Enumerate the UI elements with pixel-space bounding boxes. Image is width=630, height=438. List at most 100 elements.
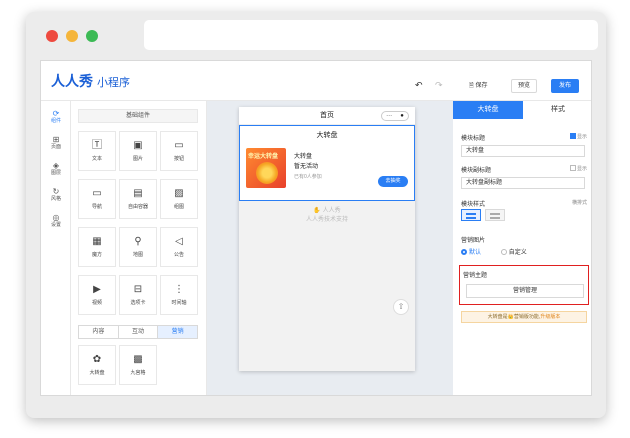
preview-button[interactable]: 预览: [511, 79, 537, 93]
module-subtitle-label: 模块副标题: [461, 168, 492, 174]
tile-label: 按钮: [173, 156, 184, 162]
support-logo-text: 人人秀: [322, 208, 341, 214]
share-icon[interactable]: ⇧: [393, 299, 409, 315]
component-image[interactable]: ▣ 图片: [119, 131, 157, 171]
container-icon: ▤: [133, 188, 143, 199]
grid-icon: ▩: [133, 354, 143, 365]
component-timeline[interactable]: ⋮ 时间轴: [160, 275, 198, 315]
component-category-tabs: 内容 互动 营销: [78, 325, 198, 339]
radio-icon: [500, 249, 507, 255]
phone-body: 大转盘 幸运大转盘 大转盘 暂无活动 已有0人参加 去抽奖 ✋ 人人秀 人人秀技…: [239, 125, 415, 371]
component-panel: 基础组件 🅃 文本 ▣ 图片 ▭ 按钮 ▭ 导航 ▤ 自由容器 ▨ 组图 ▦ 魔方 ⚲ 地图 ◁…: [71, 101, 207, 395]
radio-default[interactable]: 默认: [461, 249, 481, 256]
wheel-module[interactable]: 大转盘 幸运大转盘 大转盘 暂无活动 已有0人参加 去抽奖: [239, 125, 415, 201]
nav-item-pages[interactable]: ⊞ 页面: [41, 135, 71, 151]
image-icon: ▣: [133, 140, 143, 151]
marketing-management-button[interactable]: 营销管理: [466, 284, 584, 298]
logo-subtitle: 小程序: [97, 77, 130, 89]
nav-label: 设置: [50, 222, 61, 228]
save-button[interactable]: 🗎 保存: [469, 79, 488, 93]
tab-wheel[interactable]: 大转盘: [453, 101, 523, 119]
module-style-label: 模块样式: [461, 202, 486, 208]
close-dot[interactable]: [46, 30, 58, 42]
radio-custom[interactable]: 自定义: [500, 249, 527, 256]
button-icon: ▭: [174, 140, 184, 151]
wheel-status: 暂无活动: [294, 164, 319, 170]
component-text[interactable]: 🅃 文本: [78, 131, 116, 171]
support-logo-icon: ✋: [313, 208, 321, 214]
logo[interactable]: 人人秀 小程序: [51, 71, 130, 91]
zoom-dot[interactable]: [86, 30, 98, 42]
section-title: 基础组件: [78, 109, 198, 123]
tile-label: 公告: [173, 252, 184, 258]
component-wheel[interactable]: ✿ 大转盘: [78, 345, 116, 385]
component-ninegrid[interactable]: ▩ 九宫格: [119, 345, 157, 385]
support-text: 人人秀技术支持: [305, 217, 348, 223]
component-icon: ⟳: [52, 109, 60, 118]
tab-content[interactable]: 内容: [79, 326, 119, 338]
publish-button[interactable]: 发布: [551, 79, 579, 93]
tab-style[interactable]: 样式: [523, 101, 591, 119]
properties-panel: 大转盘 样式 模块标题 显示 大转盘 模块副标题 显示 大转盘副标题 模块样式 …: [453, 101, 591, 395]
style-vertical-option[interactable]: [485, 209, 505, 221]
wheel-graphic: [256, 162, 278, 184]
wheel-thumbnail: 幸运大转盘: [246, 148, 286, 188]
radio-selected-icon: [461, 249, 467, 255]
browser-window: 人人秀 小程序 ↶ ↷ 🗎 保存 预览 发布 ⟳ 组件 ⊞ 页面 ◈ 图层 ↻ 风格 ◎ 设…: [26, 12, 606, 418]
miniprogram-capsule[interactable]: ··· ●: [381, 111, 409, 121]
page-title: 首页: [320, 112, 334, 119]
tile-label: 文本: [91, 156, 102, 162]
timeline-icon: ⋮: [174, 284, 184, 295]
tile-label: 组图: [173, 204, 184, 210]
undo-icon[interactable]: ↶: [415, 80, 423, 91]
component-map[interactable]: ⚲ 地图: [119, 227, 157, 267]
tile-label: 图片: [132, 156, 143, 162]
module-title-input[interactable]: 大转盘: [461, 145, 585, 157]
nav-item-layers[interactable]: ◈ 图层: [41, 161, 71, 177]
nav-item-settings[interactable]: ◎ 设置: [41, 213, 71, 229]
upgrade-notice: 大转盘是👑营销版功能,升级版本: [461, 311, 587, 323]
module-title-show[interactable]: 显示: [569, 133, 587, 140]
tile-label: 导航: [91, 204, 102, 210]
nav-item-components[interactable]: ⟳ 组件: [41, 109, 71, 125]
redo-icon[interactable]: ↷: [435, 80, 443, 91]
cube-icon: ▦: [92, 236, 102, 247]
panel-tabs: 大转盘 样式: [453, 101, 591, 119]
component-cube[interactable]: ▦ 魔方: [78, 227, 116, 267]
component-tabs[interactable]: ⊟ 选项卡: [119, 275, 157, 315]
component-button[interactable]: ▭ 按钮: [160, 131, 198, 171]
image-options: 默认 自定义: [461, 247, 527, 256]
radio-custom-label: 自定义: [508, 250, 527, 256]
component-notice[interactable]: ◁ 公告: [160, 227, 198, 267]
image-label: 营销图片: [461, 238, 486, 244]
module-title-label: 模块标题: [461, 136, 486, 142]
tile-label: 魔方: [91, 252, 102, 258]
minimize-dot[interactable]: [66, 30, 78, 42]
tab-interact[interactable]: 互动: [119, 326, 159, 338]
module-subtitle-input[interactable]: 大转盘副标题: [461, 177, 585, 189]
component-nav[interactable]: ▭ 导航: [78, 179, 116, 219]
component-gallery[interactable]: ▨ 组图: [160, 179, 198, 219]
style-horizontal-option[interactable]: [461, 209, 481, 221]
app-screen: 人人秀 小程序 ↶ ↷ 🗎 保存 预览 发布 ⟳ 组件 ⊞ 页面 ◈ 图层 ↻ 风格 ◎ 设…: [40, 60, 592, 396]
module-title-show-label: 显示: [576, 134, 587, 140]
upgrade-link[interactable]: 升级版本: [540, 314, 560, 320]
nav-label: 组件: [50, 118, 61, 124]
component-container[interactable]: ▤ 自由容器: [119, 179, 157, 219]
module-title: 大转盘: [316, 132, 338, 139]
component-video[interactable]: ▶ 视频: [78, 275, 116, 315]
support-logo: ✋ 人人秀: [239, 207, 415, 216]
nav-item-style[interactable]: ↻ 风格: [41, 187, 71, 203]
wheel-info: 大转盘 暂无活动 已有0人参加: [294, 152, 322, 182]
tab-marketing[interactable]: 营销: [158, 326, 198, 338]
thumb-text: 幸运大转盘: [248, 154, 279, 160]
wheel-name: 大转盘: [294, 154, 313, 160]
marketing-theme-section: 营销主题 营销管理: [459, 265, 589, 305]
page-icon: ⊞: [52, 135, 60, 144]
gallery-icon: ▨: [174, 188, 184, 199]
address-bar[interactable]: [144, 20, 598, 50]
draw-button[interactable]: 去抽奖: [378, 176, 408, 187]
module-subtitle-show[interactable]: 显示: [569, 165, 587, 172]
module-style-value: 横排式: [571, 200, 587, 206]
top-bar: 人人秀 小程序 ↶ ↷ 🗎 保存 预览 发布: [41, 61, 591, 101]
